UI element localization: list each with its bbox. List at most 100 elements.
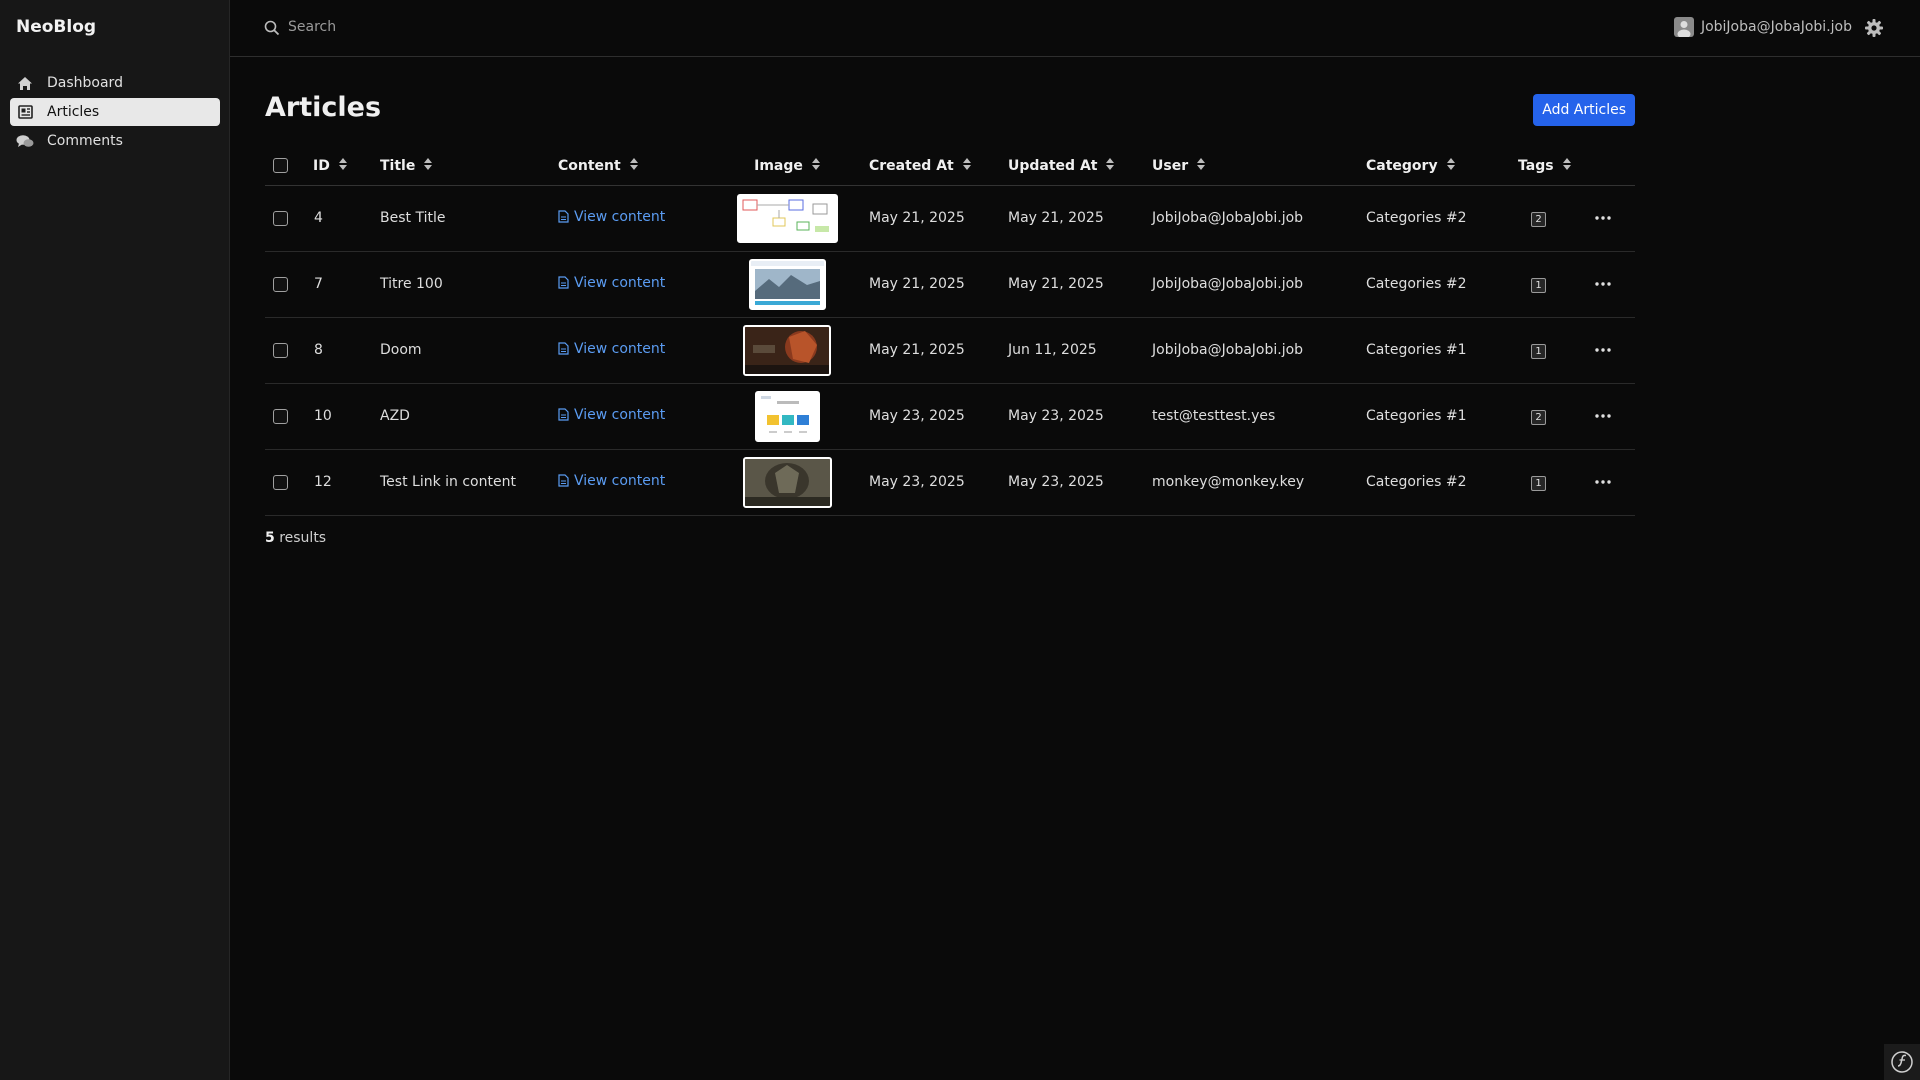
view-content-link[interactable]: View content: [558, 275, 665, 291]
cell-image: [728, 185, 846, 252]
column-header-updated-at[interactable]: Updated At: [985, 147, 1129, 186]
more-actions-icon[interactable]: [1571, 348, 1635, 352]
view-content-link[interactable]: View content: [558, 473, 665, 489]
cell-tags: 2: [1495, 185, 1571, 252]
articles-table: ID Title Content Image Created At Update…: [265, 147, 1635, 516]
sidebar: NeoBlog Dashboard Articles Comments: [0, 0, 230, 1080]
more-actions-icon[interactable]: [1571, 414, 1635, 418]
results-label: results: [274, 530, 327, 546]
more-actions-icon[interactable]: [1571, 282, 1635, 286]
table-header-row: ID Title Content Image Created At Update…: [265, 147, 1635, 186]
cell-content: View content: [558, 383, 728, 450]
symfony-toolbar-icon[interactable]: [1884, 1044, 1920, 1080]
cell-tags: 1: [1495, 317, 1571, 384]
cell-actions: [1571, 185, 1635, 252]
gear-icon[interactable]: [1864, 18, 1884, 38]
cell-content: View content: [558, 185, 728, 252]
row-select-cell: [265, 383, 313, 450]
cell-updated-at: May 21, 2025: [985, 251, 1129, 318]
cell-user: monkey@monkey.key: [1129, 449, 1343, 516]
cell-id: 8: [313, 317, 380, 384]
actions-header: [1571, 147, 1635, 186]
cell-content: View content: [558, 449, 728, 516]
link-label: View content: [574, 274, 666, 291]
cell-updated-at: May 23, 2025: [985, 449, 1129, 516]
tags-count-badge[interactable]: 1: [1531, 475, 1546, 491]
sort-icon[interactable]: [962, 157, 971, 174]
sort-icon[interactable]: [629, 157, 638, 174]
cell-image: [728, 251, 846, 318]
article-thumbnail[interactable]: [742, 456, 832, 508]
column-header-category[interactable]: Category: [1343, 147, 1495, 186]
sidebar-item-dashboard[interactable]: Dashboard: [10, 69, 220, 97]
column-header-content[interactable]: Content: [558, 147, 728, 186]
cell-title: Best Title: [380, 185, 558, 252]
comments-icon: [16, 132, 34, 150]
add-articles-button[interactable]: Add Articles: [1533, 94, 1635, 126]
row-checkbox[interactable]: [273, 474, 288, 490]
row-checkbox[interactable]: [273, 342, 288, 358]
sort-icon[interactable]: [338, 157, 347, 174]
column-header-title[interactable]: Title: [380, 147, 558, 186]
tags-count-badge[interactable]: 1: [1531, 343, 1546, 359]
brand-logo[interactable]: NeoBlog: [16, 17, 96, 37]
tags-count-badge[interactable]: 2: [1531, 211, 1546, 227]
cell-image: [728, 317, 846, 384]
cell-created-at: May 23, 2025: [846, 449, 985, 516]
column-label: Content: [558, 157, 621, 174]
cell-actions: [1571, 251, 1635, 318]
row-select-cell: [265, 185, 313, 252]
column-header-id[interactable]: ID: [313, 147, 380, 186]
sidebar-item-comments[interactable]: Comments: [10, 127, 220, 155]
cell-id: 4: [313, 185, 380, 252]
sort-icon[interactable]: [811, 157, 820, 174]
article-thumbnail[interactable]: [736, 193, 838, 243]
view-content-link[interactable]: View content: [558, 407, 665, 423]
article-thumbnail[interactable]: [748, 258, 826, 310]
column-header-created-at[interactable]: Created At: [846, 147, 985, 186]
cell-category: Categories #2: [1343, 449, 1495, 516]
tags-count-badge[interactable]: 2: [1531, 409, 1546, 425]
column-header-image[interactable]: Image: [728, 147, 846, 186]
article-thumbnail[interactable]: [743, 324, 831, 376]
row-select-cell: [265, 449, 313, 516]
column-label: ID: [313, 157, 330, 174]
user-menu[interactable]: JobiJoba@JobaJobi.job: [1673, 17, 1852, 37]
table-row: 10 AZD View content May 23, 2025 May 23,…: [265, 383, 1635, 450]
sidebar-item-label: Dashboard: [47, 75, 123, 91]
more-actions-icon[interactable]: [1571, 480, 1635, 484]
sort-icon[interactable]: [1562, 157, 1571, 174]
select-all-checkbox[interactable]: [273, 158, 288, 174]
table-row: 4 Best Title View content May 21, 2025 M…: [265, 185, 1635, 252]
document-icon: [558, 276, 569, 289]
sort-icon[interactable]: [1446, 157, 1455, 174]
tags-count-badge[interactable]: 1: [1531, 277, 1546, 293]
article-thumbnail[interactable]: [754, 390, 820, 442]
topbar: JobiJoba@JobaJobi.job: [230, 0, 1920, 57]
cell-title: Titre 100: [380, 251, 558, 318]
sort-icon[interactable]: [1106, 157, 1115, 174]
column-header-tags[interactable]: Tags: [1495, 147, 1571, 186]
sidebar-item-articles[interactable]: Articles: [10, 98, 220, 126]
search-input[interactable]: [288, 14, 788, 40]
sort-icon[interactable]: [424, 157, 433, 174]
cell-created-at: May 21, 2025: [846, 185, 985, 252]
document-icon: [558, 474, 569, 487]
row-checkbox[interactable]: [273, 276, 288, 292]
column-label: Title: [380, 157, 416, 174]
results-count: 5 results: [265, 530, 326, 546]
view-content-link[interactable]: View content: [558, 209, 665, 225]
newspaper-icon: [16, 103, 34, 121]
column-header-user[interactable]: User: [1129, 147, 1343, 186]
more-actions-icon[interactable]: [1571, 216, 1635, 220]
row-checkbox[interactable]: [273, 408, 288, 424]
sidebar-item-label: Articles: [47, 104, 100, 120]
sort-icon[interactable]: [1197, 157, 1206, 174]
view-content-link[interactable]: View content: [558, 341, 665, 357]
cell-content: View content: [558, 317, 728, 384]
cell-content: View content: [558, 251, 728, 318]
row-checkbox[interactable]: [273, 210, 288, 226]
cell-title: Test Link in content: [380, 449, 558, 516]
cell-id: 7: [313, 251, 380, 318]
sidebar-item-label: Comments: [47, 133, 123, 149]
